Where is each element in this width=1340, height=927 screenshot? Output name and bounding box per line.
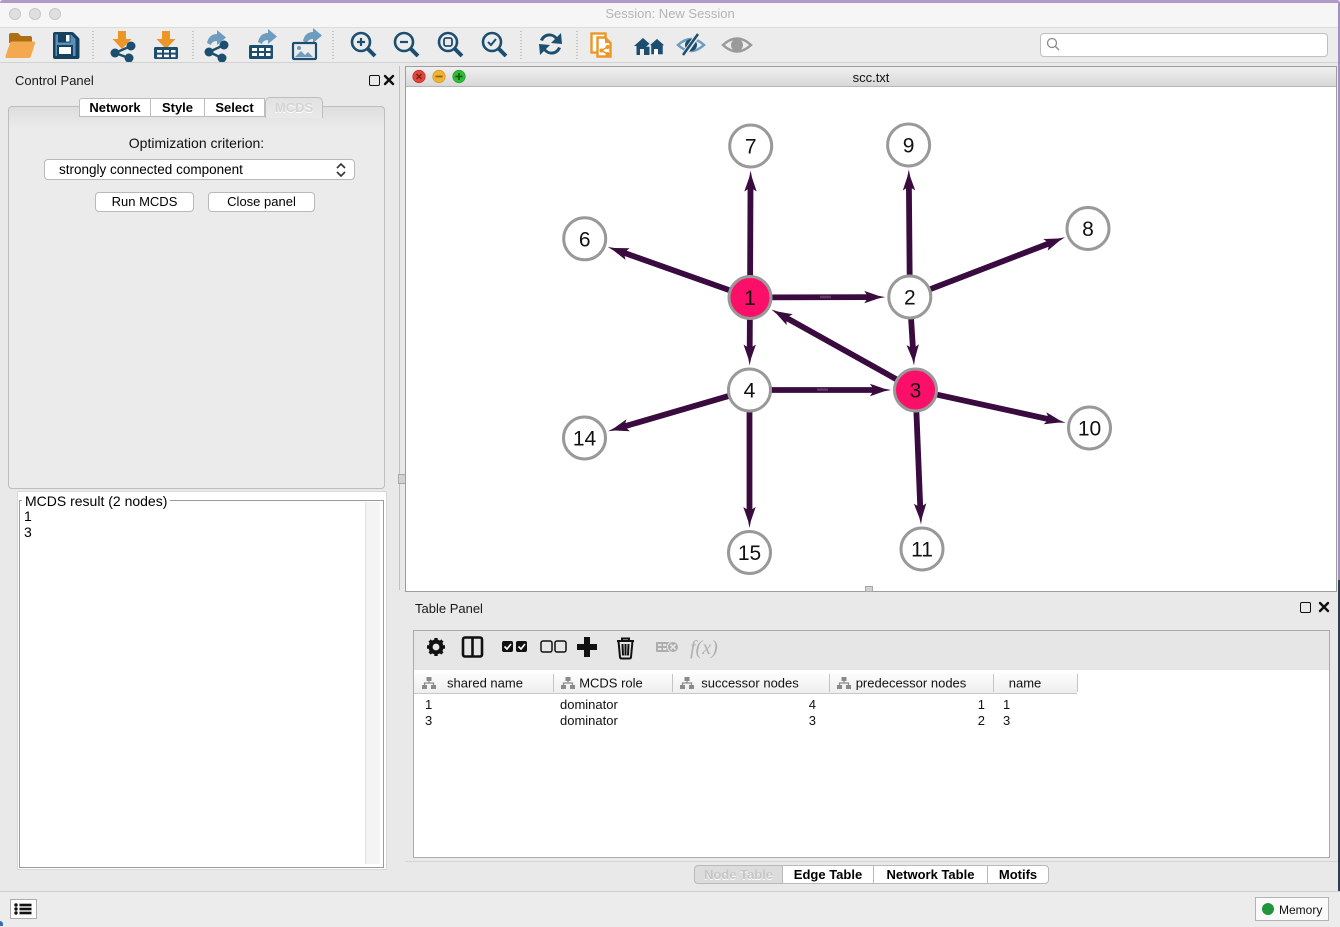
svg-text:successor nodes: successor nodes — [701, 676, 799, 691]
svg-text:name: name — [1009, 676, 1042, 691]
svg-text:1: 1 — [744, 287, 756, 310]
svg-text:3: 3 — [910, 380, 922, 403]
svg-text:9: 9 — [903, 135, 915, 158]
svg-text:shared name: shared name — [447, 676, 523, 691]
svg-text:f(x): f(x) — [690, 637, 718, 659]
svg-text:7: 7 — [745, 136, 757, 159]
svg-text:14: 14 — [573, 428, 597, 451]
svg-text:6: 6 — [579, 228, 591, 251]
svg-text:10: 10 — [1078, 418, 1101, 441]
svg-text:8: 8 — [1082, 218, 1094, 241]
svg-text:MCDS role: MCDS role — [579, 676, 643, 691]
svg-text:11: 11 — [911, 539, 933, 562]
svg-text:4: 4 — [744, 380, 756, 403]
svg-text:15: 15 — [738, 542, 761, 565]
svg-text:predecessor nodes: predecessor nodes — [856, 676, 967, 691]
svg-text:2: 2 — [904, 287, 916, 310]
